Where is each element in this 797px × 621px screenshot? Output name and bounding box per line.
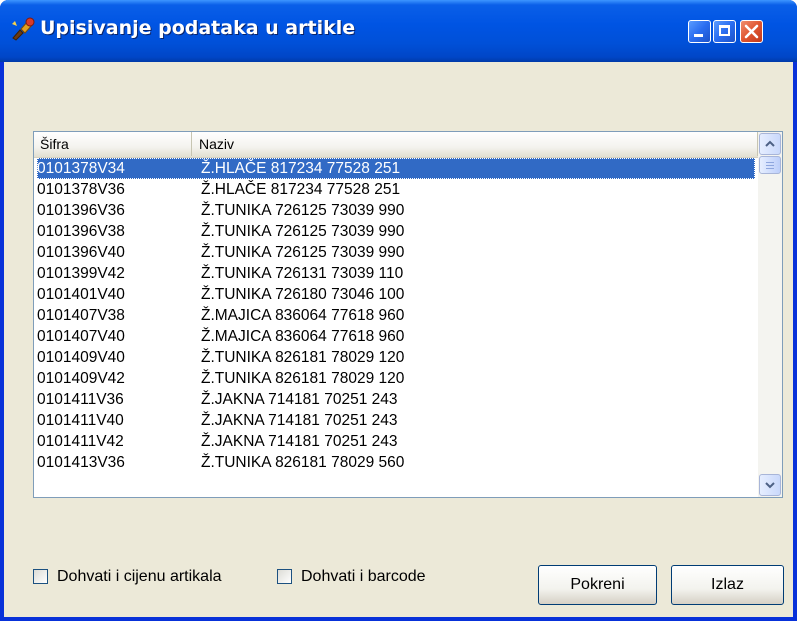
cell-sifra: 0101411V36 <box>37 391 124 408</box>
title-bar[interactable]: Upisivanje podataka u artikle <box>0 0 797 62</box>
table-row[interactable]: 0101396V36 Ž.TUNIKA 726125 73039 990 <box>34 200 756 221</box>
scroll-down-button[interactable] <box>759 474 781 496</box>
grip-line <box>766 165 774 166</box>
cell-sifra: 0101396V40 <box>37 244 125 261</box>
table-row[interactable]: 0101396V38 Ž.TUNIKA 726125 73039 990 <box>34 221 756 242</box>
list-header: Šifra Naziv <box>34 132 758 158</box>
main-window: Upisivanje podataka u artikle Šifra Nazi… <box>0 0 797 621</box>
fetch-price-label: Dohvati i cijenu artikala <box>57 568 222 585</box>
cell-naziv: Ž.JAKNA 714181 70251 243 <box>201 391 398 408</box>
cell-sifra: 0101411V42 <box>37 433 124 450</box>
cell-sifra: 0101399V42 <box>37 265 125 282</box>
table-row[interactable]: 0101409V42 Ž.TUNIKA 826181 78029 120 <box>34 368 756 389</box>
table-row[interactable]: 0101401V40 Ž.TUNIKA 726180 73046 100 <box>34 284 756 305</box>
cell-naziv: Ž.TUNIKA 826181 78029 120 <box>201 370 405 387</box>
cell-naziv: Ž.HLAČE 817234 77528 251 <box>201 181 401 198</box>
maximize-icon <box>719 25 730 36</box>
cell-sifra: 0101409V42 <box>37 370 125 387</box>
cell-sifra: 0101411V40 <box>37 412 124 429</box>
minimize-button[interactable] <box>688 20 711 43</box>
cell-sifra: 0101401V40 <box>37 286 125 303</box>
cell-sifra: 0101396V38 <box>37 223 125 240</box>
chevron-up-icon <box>765 140 775 147</box>
table-row[interactable]: 0101411V40 Ž.JAKNA 714181 70251 243 <box>34 410 756 431</box>
cell-naziv: Ž.MAJICA 836064 77618 960 <box>201 307 405 324</box>
table-row[interactable]: 0101407V38 Ž.MAJICA 836064 77618 960 <box>34 305 756 326</box>
cell-sifra: 0101407V38 <box>37 307 125 324</box>
grip-line <box>766 162 774 163</box>
table-row[interactable]: 0101378V34 Ž.HLAČE 817234 77528 251 <box>37 158 755 179</box>
table-row[interactable]: 0101407V40 Ž.MAJICA 836064 77618 960 <box>34 326 756 347</box>
cell-naziv: Ž.JAKNA 714181 70251 243 <box>201 412 398 429</box>
window-title: Upisivanje podataka u artikle <box>40 17 356 39</box>
run-button[interactable]: Pokreni <box>538 565 657 605</box>
scroll-up-button[interactable] <box>759 133 781 155</box>
column-header-sifra[interactable]: Šifra <box>34 132 192 156</box>
minimize-icon <box>694 34 703 37</box>
exit-button[interactable]: Izlaz <box>671 565 784 605</box>
fetch-price-checkbox[interactable] <box>33 569 48 584</box>
cell-naziv: Ž.MAJICA 836064 77618 960 <box>201 328 405 345</box>
cell-naziv: Ž.HLAČE 817234 77528 251 <box>201 160 401 177</box>
table-row[interactable]: 0101411V42 Ž.JAKNA 714181 70251 243 <box>34 431 756 452</box>
cell-naziv: Ž.TUNIKA 826181 78029 560 <box>201 454 405 471</box>
cell-naziv: Ž.TUNIKA 826181 78029 120 <box>201 349 405 366</box>
cell-sifra: 0101378V36 <box>37 181 125 198</box>
scroll-thumb[interactable] <box>759 156 781 174</box>
cell-naziv: Ž.TUNIKA 726125 73039 990 <box>201 244 405 261</box>
cell-naziv: Ž.TUNIKA 726131 73039 110 <box>201 265 404 282</box>
table-row[interactable]: 0101409V40 Ž.TUNIKA 826181 78029 120 <box>34 347 756 368</box>
list-rows: 0101378V34 Ž.HLAČE 817234 77528 251 010137… <box>34 157 758 497</box>
table-row[interactable]: 0101396V40 Ž.TUNIKA 726125 73039 990 <box>34 242 756 263</box>
table-row[interactable]: 0101411V36 Ž.JAKNA 714181 70251 243 <box>34 389 756 410</box>
cell-sifra: 0101413V36 <box>37 454 125 471</box>
column-header-naziv[interactable]: Naziv <box>193 132 758 156</box>
table-row[interactable]: 0101378V36 Ž.HLAČE 817234 77528 251 <box>34 179 756 200</box>
app-icon <box>12 17 35 41</box>
articles-list[interactable]: Šifra Naziv 0101378V34 Ž.HLAČE 817234 775… <box>33 131 783 498</box>
table-row[interactable]: 0101413V36 Ž.TUNIKA 826181 78029 560 <box>34 452 756 473</box>
cell-sifra: 0101407V40 <box>37 328 125 345</box>
cell-naziv: Ž.JAKNA 714181 70251 243 <box>201 433 398 450</box>
cell-naziv: Ž.TUNIKA 726125 73039 990 <box>201 223 405 240</box>
cell-sifra: 0101396V36 <box>37 202 125 219</box>
cell-naziv: Ž.TUNIKA 726180 73046 100 <box>201 286 405 303</box>
vertical-scrollbar[interactable] <box>758 132 782 497</box>
fetch-barcode-checkbox[interactable] <box>277 569 292 584</box>
close-icon <box>744 24 759 39</box>
close-button[interactable] <box>740 20 763 43</box>
cell-sifra: 0101409V40 <box>37 349 125 366</box>
table-row[interactable]: 0101399V42 Ž.TUNIKA 726131 73039 110 <box>34 263 756 284</box>
cell-naziv: Ž.TUNIKA 726125 73039 990 <box>201 202 405 219</box>
cell-sifra: 0101378V34 <box>37 160 125 177</box>
chevron-down-icon <box>765 482 775 489</box>
fetch-barcode-label: Dohvati i barcode <box>301 568 426 585</box>
grip-line <box>766 168 774 169</box>
maximize-button[interactable] <box>713 20 736 43</box>
